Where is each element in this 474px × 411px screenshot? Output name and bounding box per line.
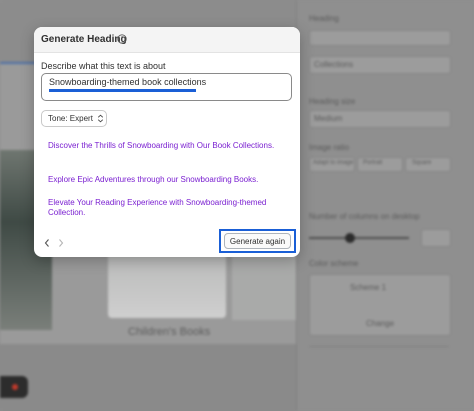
- ratio-option-label: Adapt to image: [313, 160, 354, 166]
- color-scheme-change: Change: [366, 319, 395, 328]
- prompt-label: Describe what this text is about: [41, 61, 166, 71]
- record-dot-icon: [12, 384, 18, 390]
- tone-select-label: Tone: Expert: [48, 114, 93, 123]
- heading-format-toolbar: [309, 30, 451, 46]
- prompt-input-value[interactable]: Snowboarding-themed book collections: [49, 77, 206, 87]
- ratio-option: Square: [405, 157, 451, 172]
- color-scheme-card: Scheme 1 Change: [309, 274, 451, 336]
- ratio-option: Portrait: [357, 157, 403, 172]
- generate-again-label: Generate again: [229, 237, 286, 246]
- generate-heading-dialog: Generate Heading Describe what this text…: [34, 27, 300, 257]
- chevron-left-icon[interactable]: [42, 237, 52, 249]
- tone-select[interactable]: Tone: Expert: [41, 110, 107, 127]
- generate-again-button[interactable]: Generate again: [224, 233, 291, 249]
- settings-panel: Heading Collections Heading size Medium …: [296, 0, 474, 411]
- panel-divider: [309, 346, 449, 347]
- ratio-option: Adapt to image: [309, 157, 355, 172]
- preview-caption: Children's Books: [128, 326, 211, 338]
- color-scheme-name: Scheme 1: [350, 283, 387, 292]
- info-icon[interactable]: [117, 34, 127, 44]
- screen: Children's Books Heading Collections Hea…: [0, 0, 474, 411]
- suggestion-item[interactable]: Discover the Thrills of Snowboarding wit…: [48, 141, 283, 151]
- heading-field: Collections: [309, 56, 451, 74]
- suggestion-item[interactable]: Explore Epic Adventures through our Snow…: [48, 175, 283, 185]
- preview-image-card: [108, 248, 226, 318]
- ratio-option-label: Portrait: [363, 160, 383, 166]
- ratio-option-label: Square: [412, 160, 432, 166]
- prompt-annotation-underline: [49, 89, 196, 92]
- preview-bottom-strip: [0, 344, 296, 411]
- columns-value-box: [421, 229, 451, 247]
- settings-label-columns: Number of columns on desktop: [309, 212, 420, 221]
- settings-label-color-scheme: Color scheme: [309, 259, 359, 268]
- chevron-updown-icon: [97, 114, 104, 123]
- dialog-title: Generate Heading: [41, 34, 127, 45]
- chevron-right-icon[interactable]: [56, 237, 66, 249]
- heading-size-value: Medium: [314, 114, 343, 123]
- dialog-header: Generate Heading: [34, 27, 300, 53]
- prompt-input[interactable]: Snowboarding-themed book collections: [41, 73, 292, 101]
- heading-size-select: Medium: [309, 110, 451, 128]
- settings-label-heading-size: Heading size: [309, 97, 356, 106]
- suggestion-item[interactable]: Elevate Your Reading Experience with Sno…: [48, 198, 283, 218]
- settings-label-image-ratio: Image ratio: [309, 143, 350, 152]
- columns-slider-knob: [345, 233, 355, 243]
- columns-slider-track: [309, 237, 409, 239]
- settings-label-heading: Heading: [309, 14, 339, 23]
- heading-field-value: Collections: [314, 60, 354, 69]
- preview-image-card: [232, 250, 296, 320]
